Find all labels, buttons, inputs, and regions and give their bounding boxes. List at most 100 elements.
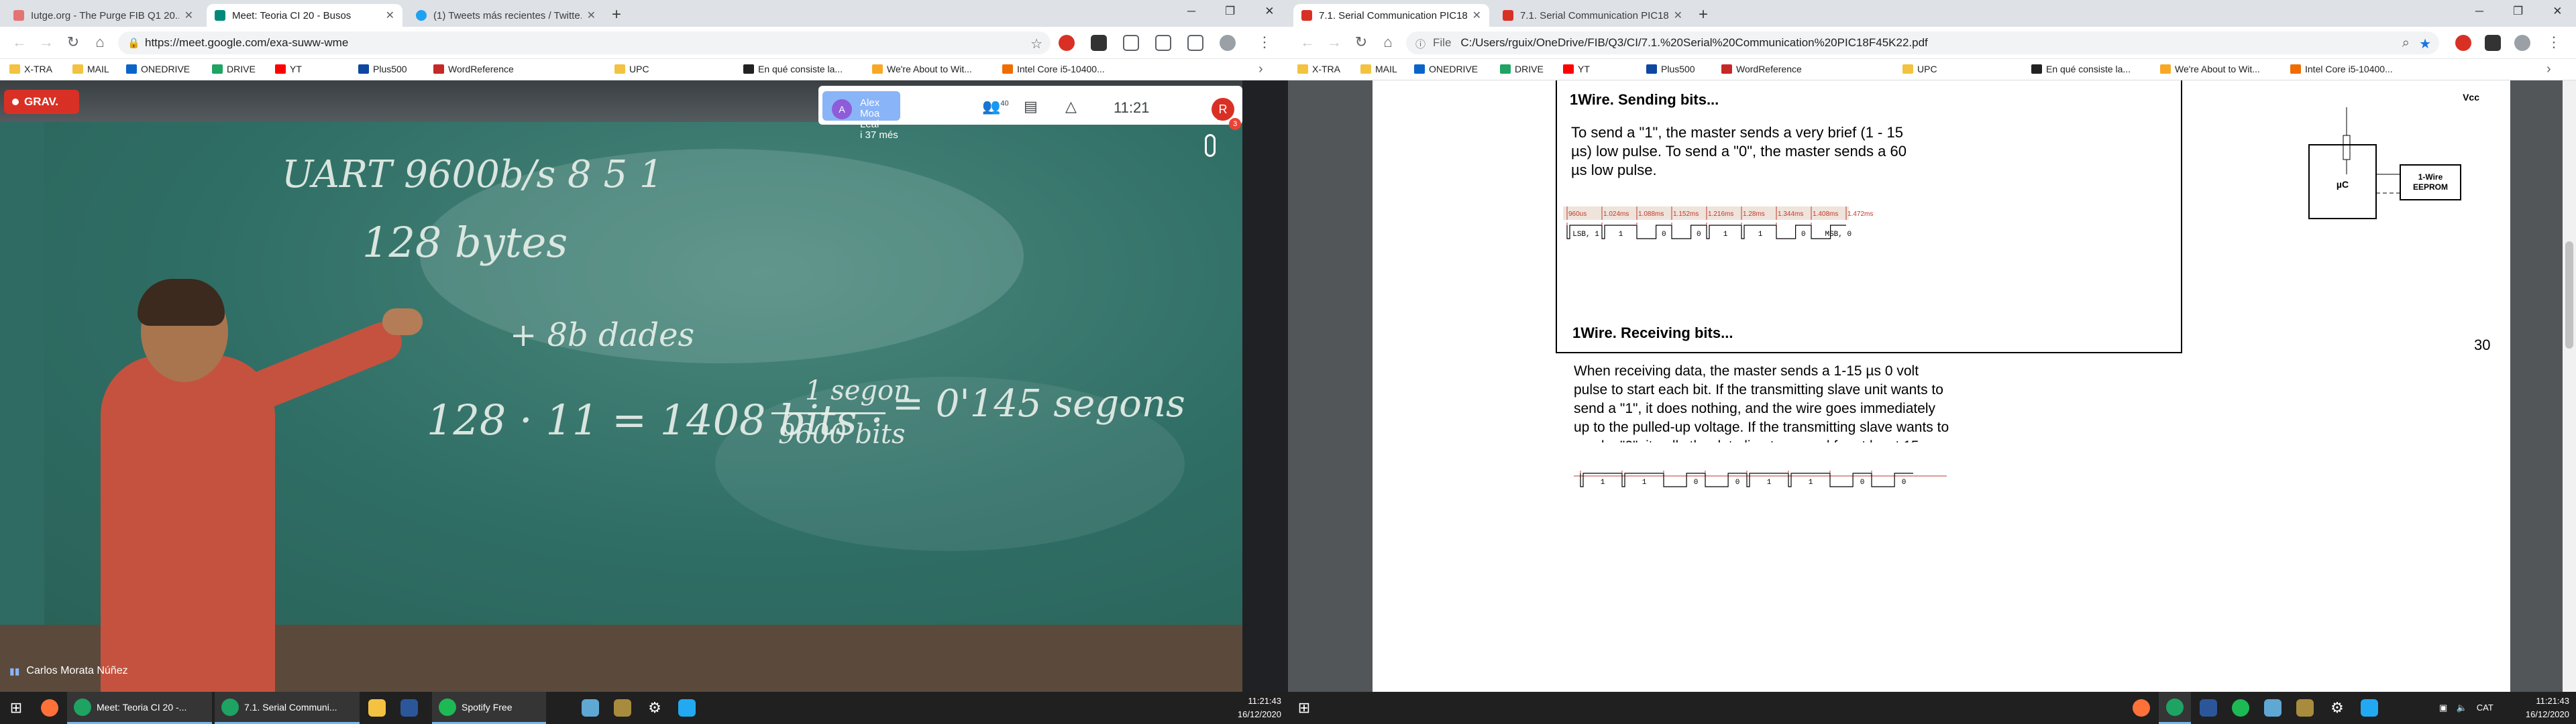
menu-icon[interactable]: ⋮ (2544, 34, 2564, 51)
bookmark-en-que-consiste[interactable]: En qué consiste la... (2031, 64, 2131, 74)
extension-icon[interactable] (1091, 35, 1107, 51)
bookmark-wordreference[interactable]: WordReference (433, 64, 514, 74)
close-icon[interactable]: ✕ (1472, 9, 1481, 22)
activities-icon[interactable]: △ (1065, 98, 1077, 115)
network-icon[interactable]: ▣ (2439, 703, 2447, 713)
bookmark-mail[interactable]: MAIL (1360, 64, 1397, 74)
maximize-button[interactable]: ❐ (1225, 5, 1235, 18)
bookmark-wordreference[interactable]: WordReference (1721, 64, 1802, 74)
explorer-taskbar-icon[interactable] (362, 692, 392, 724)
forward-button[interactable]: → (36, 34, 56, 51)
firefox-taskbar-icon[interactable] (2127, 692, 2156, 724)
close-icon[interactable]: ✕ (386, 9, 394, 22)
bookmark-mail[interactable]: MAIL (72, 64, 109, 74)
tab-pdf-2[interactable]: 7.1. Serial Communication PIC18... ✕ (1495, 4, 1690, 27)
start-icon[interactable]: ⊞ (1288, 692, 1320, 724)
spotify-taskbar-icon[interactable] (2226, 692, 2255, 724)
bookmark-star-icon[interactable]: ★ (2419, 36, 2431, 52)
extension-icon[interactable] (2485, 35, 2501, 51)
bookmark-xtra[interactable]: X-TRA (9, 64, 52, 74)
tab-pdf-1[interactable]: 7.1. Serial Communication PIC18... ✕ (1293, 4, 1489, 27)
reload-button[interactable]: ↻ (1351, 34, 1371, 51)
taskbar-app-spotify[interactable]: Spotify Free (432, 692, 546, 724)
tab-iutge[interactable]: Iutge.org - The Purge FIB Q1 20... ✕ (5, 4, 201, 27)
settings-icon[interactable]: ⚙ (640, 692, 669, 724)
notes-taskbar-icon[interactable] (2290, 692, 2320, 724)
close-icon[interactable]: ✕ (1674, 9, 1682, 22)
bookmark-onedrive[interactable]: ONEDRIVE (126, 64, 190, 74)
extension-icon[interactable] (1059, 35, 1075, 51)
participant-chip[interactable]: A Alex Moa Leal i 37 més (822, 91, 900, 141)
bookmark-were-about[interactable]: We're About to Wit... (872, 64, 972, 74)
more-bookmarks-icon[interactable]: › (2546, 62, 2551, 77)
home-button[interactable]: ⌂ (1378, 34, 1398, 51)
minimize-button[interactable]: ─ (2475, 5, 2483, 18)
profile-avatar[interactable] (2514, 35, 2530, 51)
scrollbar-thumb[interactable] (2565, 241, 2573, 349)
back-button[interactable]: ← (1297, 34, 1318, 51)
volume-icon[interactable]: 🔈 (2457, 703, 2467, 713)
more-bookmarks-icon[interactable]: › (1258, 62, 1263, 77)
bookmark-plus500[interactable]: Plus500 (1646, 64, 1695, 74)
minimize-button[interactable]: ─ (1187, 5, 1195, 18)
meet-top-bar: A Alex Moa Leali 37 més 👥40 ▤ △ 11:21 Tu… (818, 86, 1242, 141)
taskbar-app-meet[interactable]: Meet: Teoria CI 20 -... (67, 692, 212, 724)
bookmark-drive[interactable]: DRIVE (1500, 64, 1544, 74)
start-icon[interactable]: ⊞ (0, 692, 32, 724)
bookmark-onedrive[interactable]: ONEDRIVE (1414, 64, 1478, 74)
extension-icon[interactable] (1123, 35, 1139, 51)
taskbar-clock[interactable]: 11:21:43 16/12/2020 (1221, 695, 1281, 721)
chat-icon[interactable]: ▤ (1024, 98, 1038, 115)
language-indicator[interactable]: CAT (2477, 703, 2493, 713)
menu-icon[interactable]: ⋮ (1254, 34, 1275, 51)
close-icon[interactable]: ✕ (587, 9, 596, 22)
close-window-button[interactable]: ✕ (2553, 5, 2562, 18)
bookmark-star-icon[interactable]: ☆ (1030, 36, 1042, 52)
forward-button[interactable]: → (1324, 34, 1344, 51)
new-tab-button[interactable]: + (1699, 5, 1708, 24)
people-icon[interactable]: 👥40 (982, 98, 1009, 115)
taskbar-app-serial[interactable]: 7.1. Serial Communi... (215, 692, 360, 724)
screenshot-taskbar-icon[interactable] (576, 692, 605, 724)
address-bar[interactable]: 🔒 https://meet.google.com/exa-suww-wme ☆ (118, 32, 1051, 54)
timeline-tick-label: 1.088ms (1638, 210, 1664, 218)
close-window-button[interactable]: ✕ (1265, 5, 1274, 18)
chrome-taskbar-icon[interactable] (2159, 692, 2191, 724)
taskbar-clock[interactable]: 11:21:43 16/12/2020 (2509, 695, 2569, 721)
bookmark-xtra[interactable]: X-TRA (1297, 64, 1340, 74)
bookmark-intel[interactable]: Intel Core i5-10400... (2290, 64, 2393, 74)
bookmark-upc[interactable]: UPC (1902, 64, 1937, 74)
reload-button[interactable]: ↻ (63, 34, 83, 51)
tab-meet[interactable]: Meet: Teoria CI 20 - Busos ✕ (207, 4, 402, 27)
home-button[interactable]: ⌂ (90, 34, 110, 51)
vscode-taskbar-icon[interactable] (2355, 692, 2384, 724)
bookmark-intel[interactable]: Intel Core i5-10400... (1002, 64, 1105, 74)
word-taskbar-icon[interactable] (2194, 692, 2223, 724)
extension-icon[interactable] (1187, 35, 1203, 51)
word-taskbar-icon[interactable] (394, 692, 424, 724)
notes-taskbar-icon[interactable] (608, 692, 637, 724)
extension-icon[interactable] (2455, 35, 2471, 51)
back-button[interactable]: ← (9, 34, 30, 51)
snip-taskbar-icon[interactable] (2258, 692, 2288, 724)
bookmark-were-about[interactable]: We're About to Wit... (2160, 64, 2260, 74)
address-bar[interactable]: ⓘ File C:/Users/rguix/OneDrive/FIB/Q3/CI… (1406, 32, 2439, 54)
bookmark-plus500[interactable]: Plus500 (358, 64, 407, 74)
bookmark-drive[interactable]: DRIVE (212, 64, 256, 74)
bookmark-yt[interactable]: YT (1563, 64, 1590, 74)
maximize-button[interactable]: ❐ (2513, 5, 2523, 18)
vscode-taskbar-icon[interactable] (672, 692, 702, 724)
settings-icon[interactable]: ⚙ (2322, 692, 2352, 724)
bookmark-en-que-consiste[interactable]: En qué consiste la... (743, 64, 843, 74)
bookmark-upc[interactable]: UPC (614, 64, 649, 74)
new-tab-button[interactable]: + (612, 5, 621, 24)
firefox-taskbar-icon[interactable] (35, 692, 64, 724)
user-avatar[interactable]: R (1212, 98, 1234, 121)
bookmark-yt[interactable]: YT (275, 64, 302, 74)
pdf-scrollbar[interactable] (2563, 80, 2576, 692)
extension-icon[interactable] (1155, 35, 1171, 51)
search-icon[interactable]: ⌕ (2402, 36, 2410, 51)
profile-avatar[interactable] (1220, 35, 1236, 51)
tab-twitter[interactable]: (1) Tweets más recientes / Twitte... ✕ (408, 4, 604, 27)
close-icon[interactable]: ✕ (184, 9, 193, 22)
